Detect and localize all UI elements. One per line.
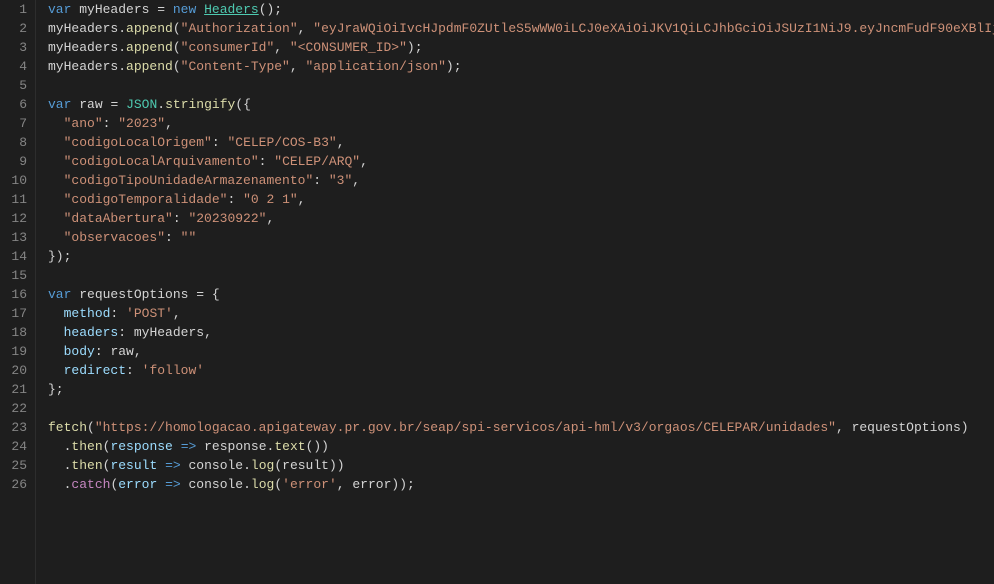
line-number-17: 17	[8, 304, 27, 323]
code-line-11: "codigoTemporalidade": "0 2 1",	[48, 190, 994, 209]
code-line-8: "codigoLocalOrigem": "CELEP/COS-B3",	[48, 133, 994, 152]
line-number-7: 7	[8, 114, 27, 133]
code-line-3: myHeaders.append("consumerId", "<CONSUME…	[48, 38, 994, 57]
line-number-8: 8	[8, 133, 27, 152]
line-number-6: 6	[8, 95, 27, 114]
code-line-18: headers: myHeaders,	[48, 323, 994, 342]
code-line-10: "codigoTipoUnidadeArmazenamento": "3",	[48, 171, 994, 190]
code-line-19: body: raw,	[48, 342, 994, 361]
code-line-14: });	[48, 247, 994, 266]
line-number-15: 15	[8, 266, 27, 285]
code-line-4: myHeaders.append("Content-Type", "applic…	[48, 57, 994, 76]
code-editor: 1234567891011121314151617181920212223242…	[0, 0, 994, 584]
line-number-24: 24	[8, 437, 27, 456]
code-line-22	[48, 399, 994, 418]
code-line-7: "ano": "2023",	[48, 114, 994, 133]
line-number-4: 4	[8, 57, 27, 76]
line-number-2: 2	[8, 19, 27, 38]
code-line-6: var raw = JSON.stringify({	[48, 95, 994, 114]
code-line-25: .then(result => console.log(result))	[48, 456, 994, 475]
line-number-18: 18	[8, 323, 27, 342]
line-number-9: 9	[8, 152, 27, 171]
code-line-15	[48, 266, 994, 285]
code-line-17: method: 'POST',	[48, 304, 994, 323]
code-line-1: var myHeaders = new Headers();	[48, 0, 994, 19]
line-number-1: 1	[8, 0, 27, 19]
line-numbers: 1234567891011121314151617181920212223242…	[0, 0, 36, 584]
line-number-20: 20	[8, 361, 27, 380]
line-number-25: 25	[8, 456, 27, 475]
code-line-23: fetch("https://homologacao.apigateway.pr…	[48, 418, 994, 437]
code-line-5	[48, 76, 994, 95]
line-number-11: 11	[8, 190, 27, 209]
line-number-10: 10	[8, 171, 27, 190]
code-content[interactable]: var myHeaders = new Headers();myHeaders.…	[36, 0, 994, 584]
code-line-16: var requestOptions = {	[48, 285, 994, 304]
line-number-23: 23	[8, 418, 27, 437]
line-number-21: 21	[8, 380, 27, 399]
code-line-2: myHeaders.append("Authorization", "eyJra…	[48, 19, 994, 38]
code-line-20: redirect: 'follow'	[48, 361, 994, 380]
code-line-9: "codigoLocalArquivamento": "CELEP/ARQ",	[48, 152, 994, 171]
code-line-21: };	[48, 380, 994, 399]
code-line-13: "observacoes": ""	[48, 228, 994, 247]
line-number-12: 12	[8, 209, 27, 228]
line-number-14: 14	[8, 247, 27, 266]
line-number-22: 22	[8, 399, 27, 418]
code-line-24: .then(response => response.text())	[48, 437, 994, 456]
code-line-26: .catch(error => console.log('error', err…	[48, 475, 994, 494]
line-number-26: 26	[8, 475, 27, 494]
line-number-13: 13	[8, 228, 27, 247]
line-number-16: 16	[8, 285, 27, 304]
code-line-12: "dataAbertura": "20230922",	[48, 209, 994, 228]
line-number-19: 19	[8, 342, 27, 361]
line-number-3: 3	[8, 38, 27, 57]
line-number-5: 5	[8, 76, 27, 95]
